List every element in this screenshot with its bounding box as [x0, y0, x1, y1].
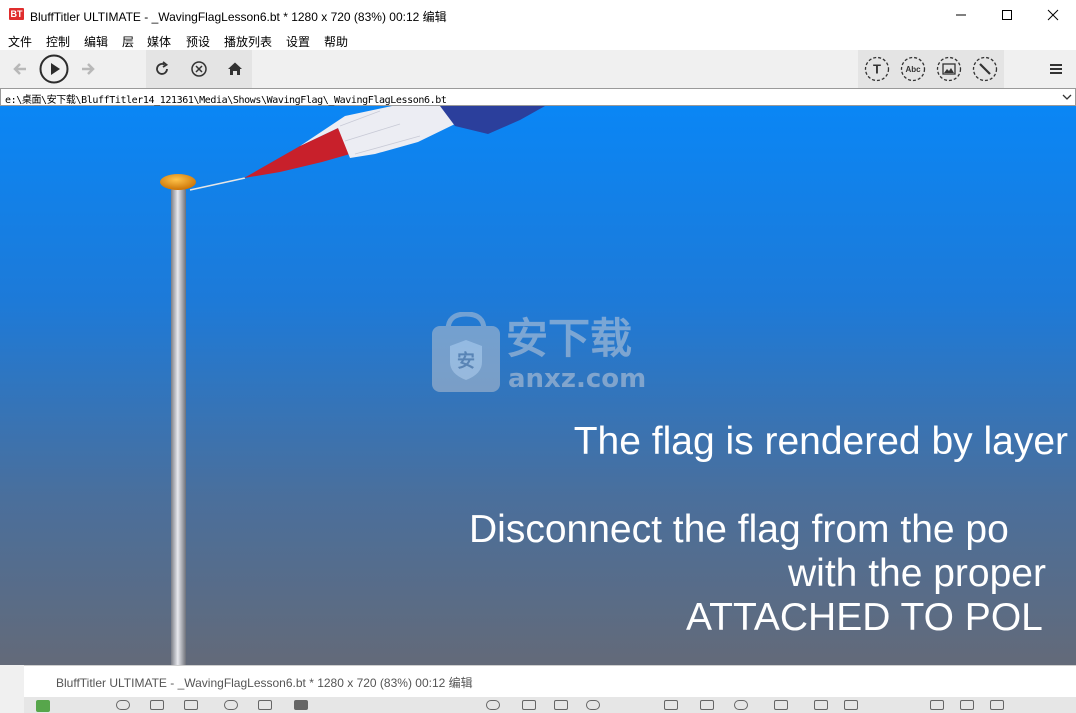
- tool-icon-6[interactable]: [294, 700, 308, 710]
- forward-button[interactable]: [78, 60, 98, 78]
- close-button[interactable]: [1030, 0, 1076, 30]
- watermark-badge-text: 安: [457, 350, 475, 372]
- chevron-down-icon: [1062, 94, 1072, 100]
- text-layer-button[interactable]: T: [864, 56, 890, 82]
- minimize-icon: [956, 14, 966, 16]
- flag-red-band: [244, 128, 350, 178]
- menu-file[interactable]: 文件: [8, 33, 32, 50]
- back-button[interactable]: [10, 60, 30, 78]
- overlay-line-4: ATTACHED TO POL: [686, 596, 1043, 639]
- maximize-button[interactable]: [984, 0, 1030, 30]
- view-group: [146, 50, 252, 88]
- menu-control[interactable]: 控制: [46, 33, 70, 50]
- tool-icon-3[interactable]: [184, 700, 198, 710]
- menu-settings[interactable]: 设置: [286, 33, 310, 50]
- tool-icon-12[interactable]: [700, 700, 714, 710]
- back-icon: [13, 63, 26, 75]
- abc-layer-label: Abc: [905, 65, 921, 74]
- menu-layer[interactable]: 层: [122, 33, 134, 50]
- tool-icon-11[interactable]: [664, 700, 678, 710]
- render-viewport[interactable]: 安 安下载 anxz.com The flag is rendered by l…: [0, 106, 1076, 665]
- tool-icon-13[interactable]: [734, 700, 748, 710]
- close-icon: [1047, 9, 1059, 21]
- pole-knob: [160, 174, 196, 190]
- layer-group: T Abc: [858, 50, 1004, 88]
- title-bar: BT BluffTitler ULTIMATE - _WavingFlagLes…: [0, 0, 1076, 30]
- abc-layer-button[interactable]: Abc: [900, 56, 926, 82]
- home-icon: [228, 62, 242, 75]
- menu-edit[interactable]: 编辑: [84, 33, 108, 50]
- path-dropdown-button[interactable]: [1062, 91, 1072, 105]
- toolbar: T Abc: [0, 50, 1076, 88]
- second-window[interactable]: BluffTitler ULTIMATE - _WavingFlagLesson…: [24, 665, 1076, 713]
- tool-icon-4[interactable]: [224, 700, 238, 710]
- minimize-button[interactable]: [938, 0, 984, 30]
- menu-presets[interactable]: 预设: [186, 33, 210, 50]
- stop-icon: [191, 61, 207, 77]
- tool-icon-9[interactable]: [554, 700, 568, 710]
- play-button[interactable]: [39, 54, 69, 84]
- tool-icon-7[interactable]: [486, 700, 500, 710]
- menu-icon: [1050, 64, 1062, 74]
- window-title: BluffTitler ULTIMATE - _WavingFlagLesson…: [30, 10, 447, 24]
- flag-rope: [189, 177, 246, 191]
- tool-icon-15[interactable]: [814, 700, 828, 710]
- tool-icon-19[interactable]: [990, 700, 1004, 710]
- effect-layer-icon: [972, 56, 998, 82]
- text-layer-icon: T: [864, 56, 890, 82]
- menu-playlist[interactable]: 播放列表: [224, 33, 272, 50]
- tool-icon-17[interactable]: [930, 700, 944, 710]
- tool-icon-2[interactable]: [150, 700, 164, 710]
- watermark-en-text: anxz.com: [508, 364, 647, 394]
- overlay-line-1: The flag is rendered by layer: [573, 420, 1068, 463]
- picture-layer-button[interactable]: [936, 56, 962, 82]
- refresh-icon: [156, 61, 169, 75]
- picture-layer-icon: [936, 56, 962, 82]
- main-menu-button[interactable]: [1046, 59, 1066, 79]
- playback-group: [0, 50, 108, 88]
- file-path-text: e:\桌面\安下载\BluffTitler14_121361\Media\Sho…: [5, 95, 447, 106]
- tool-icon-5[interactable]: [258, 700, 272, 710]
- file-path-field[interactable]: e:\桌面\安下载\BluffTitler14_121361\Media\Sho…: [0, 88, 1076, 106]
- watermark-cn-text: 安下载: [506, 314, 633, 363]
- tool-icon-16[interactable]: [844, 700, 858, 710]
- abc-layer-icon: Abc: [900, 56, 926, 82]
- tool-icon-10[interactable]: [586, 700, 600, 710]
- tool-icon-1[interactable]: [116, 700, 130, 710]
- text-layer-label: T: [873, 62, 881, 77]
- home-button[interactable]: [225, 59, 245, 79]
- tool-icon-14[interactable]: [774, 700, 788, 710]
- flag-blue-band: [440, 106, 545, 134]
- play-icon: [39, 54, 69, 84]
- second-window-title: BluffTitler ULTIMATE - _WavingFlagLesson…: [56, 676, 473, 690]
- menu-media[interactable]: 媒体: [147, 33, 171, 50]
- menu-bar: 文件 控制 编辑 层 媒体 预设 播放列表 设置 帮助: [0, 30, 1076, 50]
- side-app-icon[interactable]: [36, 700, 50, 712]
- tool-icon-18[interactable]: [960, 700, 974, 710]
- stop-button[interactable]: [189, 59, 209, 79]
- effect-layer-button[interactable]: [972, 56, 998, 82]
- overlay-line-2: Disconnect the flag from the po: [469, 508, 1009, 551]
- overlay-line-3: with the proper: [788, 552, 1046, 595]
- watermark: 安 安下载 anxz.com: [430, 312, 660, 402]
- menu-help[interactable]: 帮助: [324, 33, 348, 50]
- refresh-button[interactable]: [152, 59, 172, 79]
- maximize-icon: [1002, 10, 1012, 20]
- app-logo-icon: BT: [9, 8, 24, 20]
- tool-icon-8[interactable]: [522, 700, 536, 710]
- flag-pole: [171, 186, 186, 665]
- forward-icon: [82, 63, 95, 75]
- second-window-toolbar: [24, 697, 1076, 713]
- watermark-bag-icon: 安: [432, 312, 500, 392]
